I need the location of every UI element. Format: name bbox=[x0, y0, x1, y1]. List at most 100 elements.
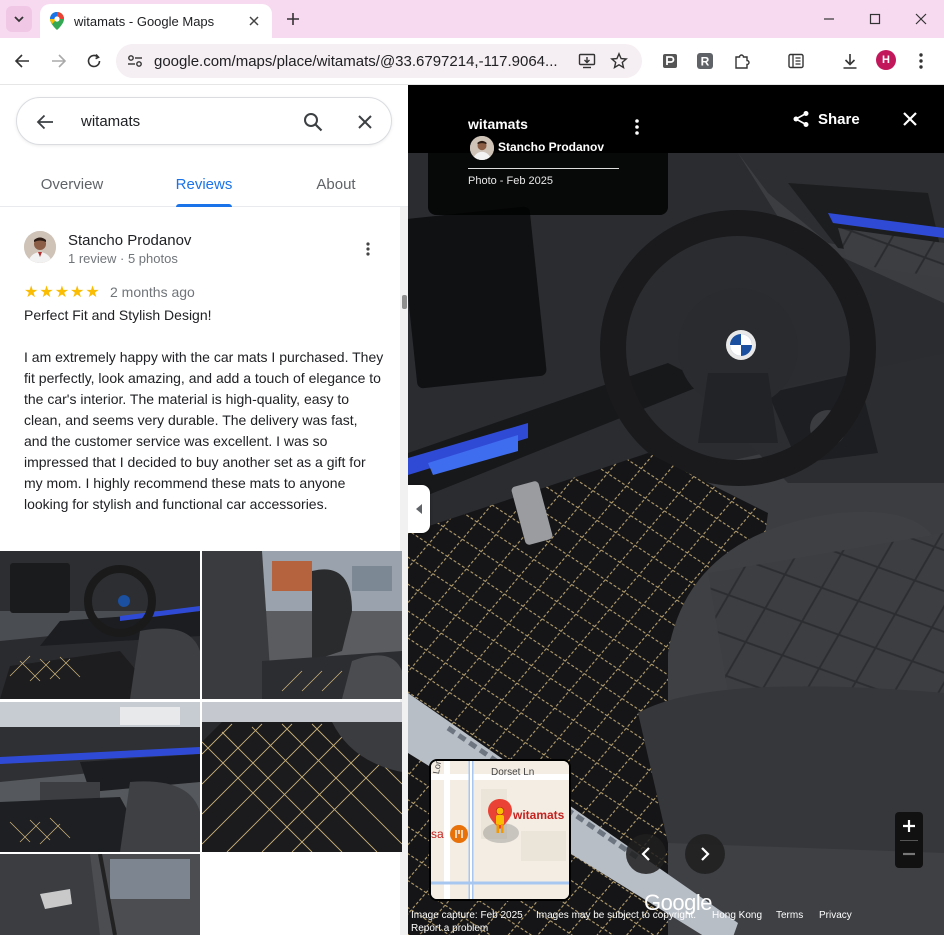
caret-left-icon bbox=[416, 504, 422, 514]
review-more-button[interactable] bbox=[358, 239, 378, 259]
photo-date: Photo - Feb 2025 bbox=[468, 175, 554, 187]
reload-icon bbox=[87, 53, 101, 68]
close-icon bbox=[903, 112, 917, 126]
privacy-link[interactable]: Privacy bbox=[819, 910, 852, 921]
plus-icon bbox=[287, 13, 299, 25]
back-button[interactable] bbox=[11, 50, 33, 72]
place-tabs: Overview Reviews About bbox=[0, 161, 408, 207]
terms-link[interactable]: Terms bbox=[776, 910, 803, 921]
close-viewer-button[interactable] bbox=[898, 107, 922, 131]
report-problem-link[interactable]: Report a problem bbox=[411, 923, 488, 934]
tab-close-icon[interactable] bbox=[246, 13, 262, 29]
region-link[interactable]: Hong Kong bbox=[712, 910, 762, 921]
collapse-panel-button[interactable] bbox=[408, 485, 430, 533]
extensions-button[interactable] bbox=[731, 50, 753, 72]
tab-about[interactable]: About bbox=[300, 161, 372, 207]
arrow-left-icon bbox=[36, 114, 53, 130]
bookmark-button[interactable] bbox=[609, 51, 629, 71]
zoom-in-button[interactable] bbox=[895, 812, 923, 840]
minimize-icon bbox=[824, 18, 834, 20]
search-button[interactable] bbox=[301, 110, 325, 134]
viewer-place-title[interactable]: witamats bbox=[468, 116, 528, 132]
author-divider bbox=[468, 168, 619, 169]
browser-menu-button[interactable] bbox=[910, 50, 932, 72]
browser-tab[interactable]: witamats - Google Maps bbox=[40, 4, 272, 38]
tab-search-button[interactable] bbox=[6, 6, 32, 32]
profile-avatar[interactable]: H bbox=[876, 50, 896, 70]
mini-map[interactable]: Dorset Ln Loren sa witamats bbox=[429, 759, 571, 901]
puzzle-icon bbox=[735, 54, 750, 69]
tab-overview[interactable]: Overview bbox=[16, 161, 128, 207]
photo-author-card: Stancho Prodanov Photo - Feb 2025 bbox=[428, 135, 668, 215]
place-panel: Overview Reviews About Stancho Prodanov … bbox=[0, 85, 408, 935]
review-title: Perfect Fit and Stylish Design! bbox=[24, 307, 212, 323]
review-stars: ★★★★★ bbox=[24, 284, 101, 301]
search-back-button[interactable] bbox=[33, 110, 57, 134]
kebab-menu-icon bbox=[366, 242, 370, 256]
extension-p-icon bbox=[663, 54, 677, 68]
kebab-menu-icon bbox=[635, 119, 639, 135]
review-text: I am extremely happy with the car mats I… bbox=[24, 349, 384, 512]
plus-icon bbox=[903, 820, 915, 832]
search-icon bbox=[304, 113, 323, 132]
install-app-button[interactable] bbox=[577, 51, 597, 71]
pegman-icon bbox=[492, 807, 508, 840]
reviewer-name[interactable]: Stancho Prodanov bbox=[68, 232, 191, 249]
reviewer-meta: 1 review · 5 photos bbox=[68, 251, 178, 266]
tab-title: witamats - Google Maps bbox=[74, 13, 215, 29]
chevron-left-icon bbox=[641, 847, 650, 861]
share-button[interactable]: Share bbox=[792, 107, 860, 131]
previous-photo-button[interactable] bbox=[626, 834, 666, 874]
new-tab-button[interactable] bbox=[283, 9, 303, 29]
close-icon bbox=[358, 115, 372, 129]
close-icon bbox=[915, 13, 927, 25]
review-date: 2 months ago bbox=[110, 284, 195, 300]
minus-icon bbox=[903, 852, 915, 856]
image-capture-date: Image capture: Feb 2025 bbox=[411, 910, 523, 921]
site-settings-icon[interactable] bbox=[126, 52, 144, 70]
reading-list-button[interactable] bbox=[785, 50, 807, 72]
forward-button[interactable] bbox=[48, 50, 70, 72]
minimize-button[interactable] bbox=[818, 8, 840, 30]
extension-r-letter: R bbox=[701, 55, 710, 69]
extension-p-button[interactable] bbox=[659, 50, 681, 72]
photo-author-name[interactable]: Stancho Prodanov bbox=[498, 140, 604, 154]
copyright-notice: Images may be subject to copyright. bbox=[536, 910, 697, 921]
zoom-out-button[interactable] bbox=[895, 840, 923, 868]
tab-reviews[interactable]: Reviews bbox=[176, 161, 232, 207]
kebab-menu-icon bbox=[919, 53, 923, 69]
zoom-controls bbox=[895, 812, 923, 868]
chevron-right-icon bbox=[701, 847, 710, 861]
scrollbar-thumb[interactable] bbox=[402, 295, 407, 309]
reading-list-icon bbox=[788, 53, 804, 69]
star-outline-icon bbox=[610, 52, 628, 69]
clear-search-button[interactable] bbox=[353, 110, 377, 134]
viewer-footer: Image capture: Feb 2025 Images may be su… bbox=[408, 907, 944, 935]
arrow-left-icon bbox=[14, 54, 29, 68]
download-icon bbox=[843, 54, 857, 69]
share-label: Share bbox=[818, 110, 860, 128]
maximize-button[interactable] bbox=[864, 8, 886, 30]
review-photo-1[interactable] bbox=[0, 551, 200, 699]
share-icon bbox=[793, 111, 809, 127]
map-partial-label: sa bbox=[431, 827, 444, 841]
reload-button[interactable] bbox=[83, 50, 105, 72]
downloads-button[interactable] bbox=[839, 50, 861, 72]
arrow-right-icon bbox=[52, 54, 67, 68]
browser-toolbar: google.com/maps/place/witamats/@33.67972… bbox=[0, 38, 944, 85]
review-photo-5[interactable] bbox=[0, 854, 200, 935]
map-place-label: witamats bbox=[513, 808, 565, 822]
review-photo-2[interactable] bbox=[202, 551, 402, 699]
chevron-down-icon bbox=[14, 16, 24, 23]
address-bar[interactable]: google.com/maps/place/witamats/@33.67972… bbox=[116, 44, 642, 78]
review-photo-4[interactable] bbox=[202, 702, 402, 852]
reviewer-avatar[interactable] bbox=[24, 231, 56, 263]
search-box bbox=[16, 97, 392, 145]
extension-r-button[interactable]: R bbox=[694, 50, 716, 72]
next-photo-button[interactable] bbox=[685, 834, 725, 874]
photo-author-avatar[interactable] bbox=[470, 136, 494, 160]
close-window-button[interactable] bbox=[910, 8, 932, 30]
extension-r-icon: R bbox=[697, 53, 713, 69]
review-photo-3[interactable] bbox=[0, 702, 200, 852]
search-input[interactable] bbox=[81, 108, 281, 134]
